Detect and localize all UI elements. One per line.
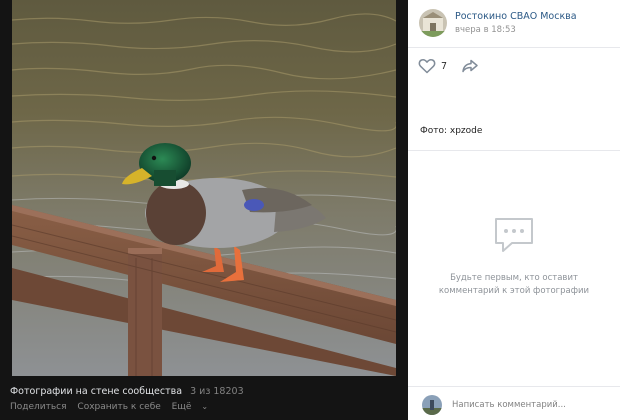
photo[interactable] <box>12 0 396 376</box>
empty-comments-placeholder: Будьте первым, кто оставит комментарий к… <box>408 216 620 298</box>
share-button[interactable] <box>461 58 479 74</box>
post-sidebar: Ростокино СВАО Москва вчера в 18:53 7 Фо… <box>408 0 620 420</box>
photo-viewer: Фотографии на стене сообщества 3 из 18203… <box>0 0 408 420</box>
comment-composer <box>408 386 620 420</box>
user-avatar[interactable] <box>422 395 442 415</box>
share-link[interactable]: Поделиться <box>10 402 67 412</box>
photo-caption: Фото: xpzode <box>420 126 483 136</box>
chevron-down-icon: ⌄ <box>201 402 209 411</box>
viewer-actions: Поделиться Сохранить к себе Ещё ⌄ <box>10 402 400 412</box>
reactions-row: 7 <box>418 56 479 76</box>
comment-input[interactable] <box>452 395 614 415</box>
empty-comments-line-2: комментарий к этой фотографии <box>438 286 590 296</box>
share-arrow-icon <box>462 59 478 73</box>
album-info: Фотографии на стене сообщества 3 из 18203 <box>10 386 400 397</box>
avatar[interactable] <box>419 9 447 37</box>
like-button[interactable]: 7 <box>418 58 447 74</box>
save-link[interactable]: Сохранить к себе <box>77 402 160 412</box>
like-count: 7 <box>441 60 448 72</box>
photo-counter: 3 из 18203 <box>190 386 244 397</box>
more-dropdown[interactable]: Ещё ⌄ <box>172 402 216 412</box>
heart-icon <box>418 59 436 74</box>
empty-comments-line-1: Будьте первым, кто оставит <box>450 273 578 283</box>
comments-empty-icon <box>495 218 533 252</box>
duck-photo-image <box>12 0 396 376</box>
more-label: Ещё <box>171 402 192 412</box>
post-time[interactable]: вчера в 18:53 <box>455 25 516 35</box>
empty-comments-text: Будьте первым, кто оставит комментарий к… <box>408 272 620 298</box>
divider <box>408 150 620 151</box>
viewer-footer: Фотографии на стене сообщества 3 из 18203… <box>10 386 400 420</box>
post-header: Ростокино СВАО Москва вчера в 18:53 <box>408 0 620 48</box>
community-name-link[interactable]: Ростокино СВАО Москва <box>455 11 577 22</box>
album-title[interactable]: Фотографии на стене сообщества <box>10 386 182 397</box>
